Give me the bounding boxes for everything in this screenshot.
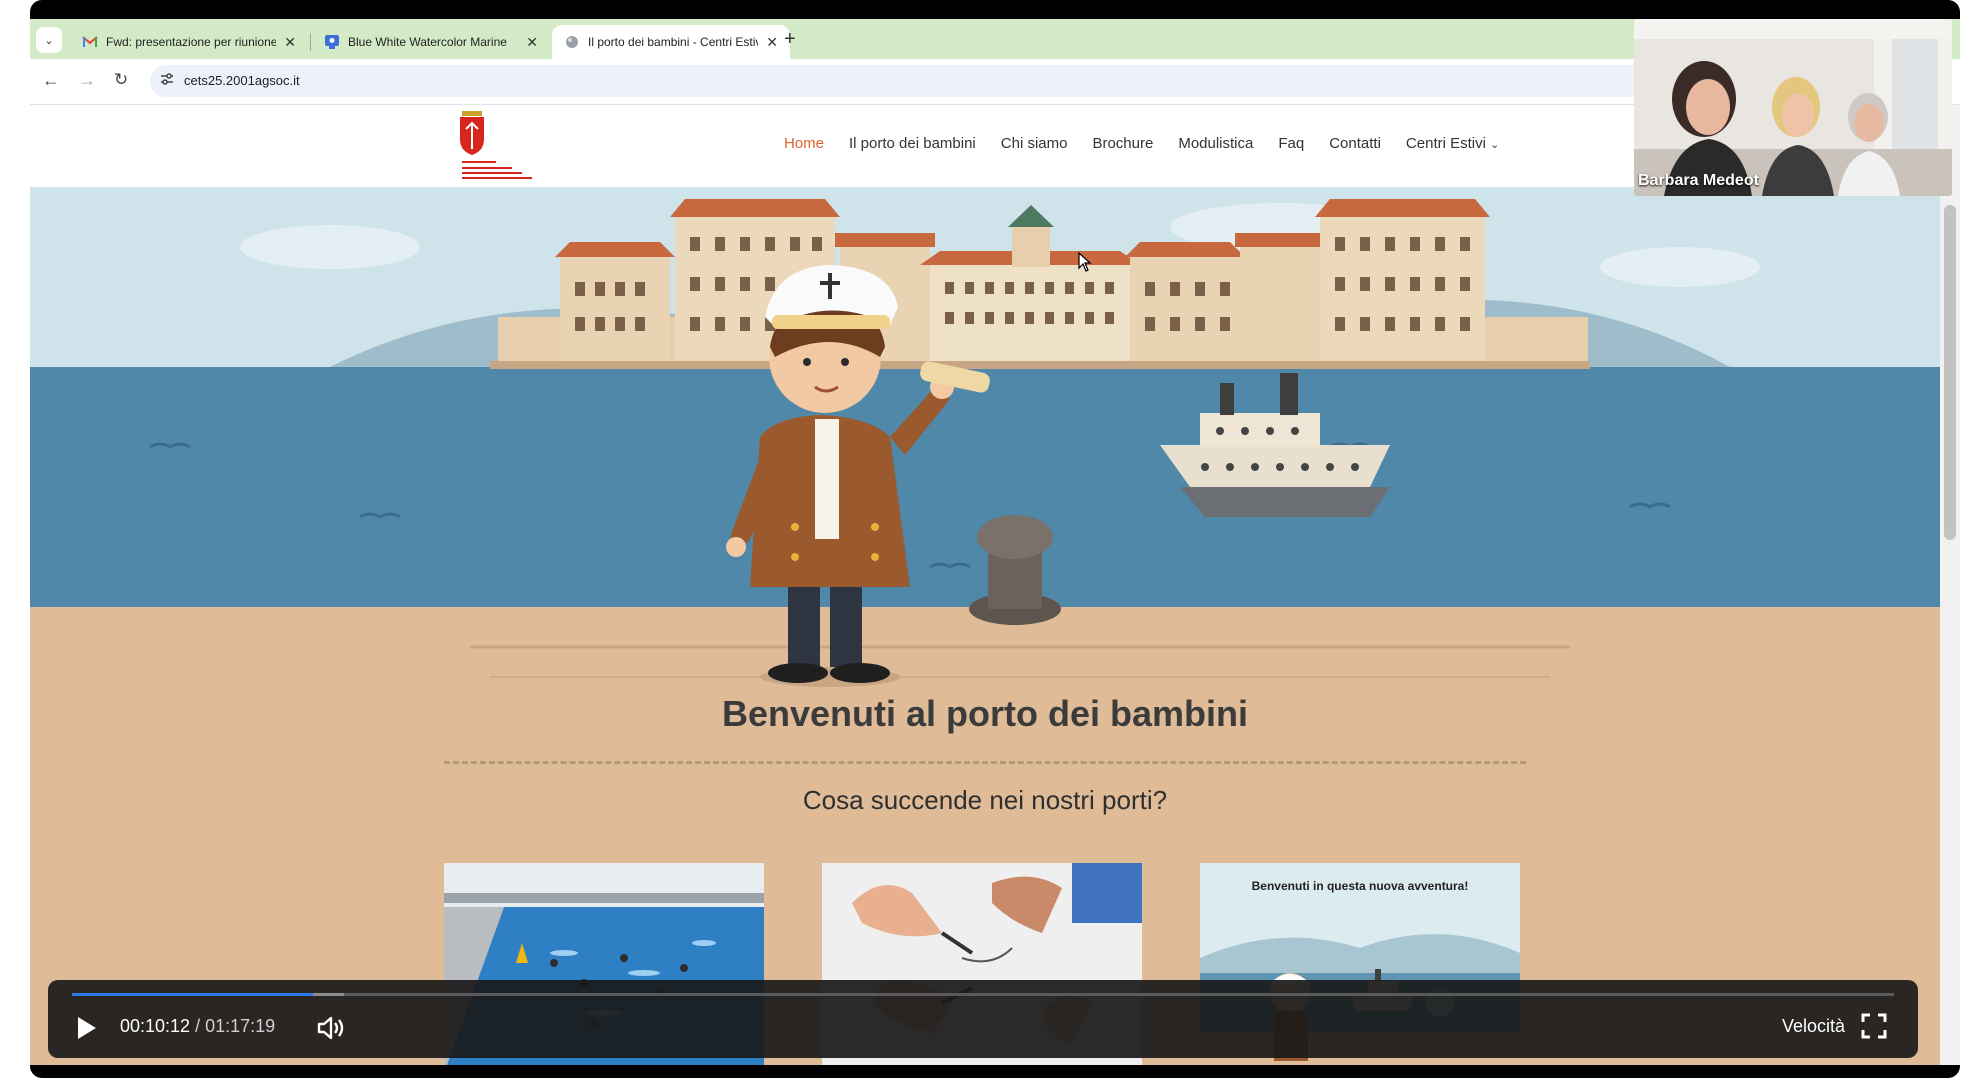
comune-logo[interactable] — [440, 109, 540, 185]
reload-icon[interactable]: ↻ — [114, 70, 128, 90]
time-separator: / — [195, 1016, 201, 1036]
tab-title: Il porto dei bambini - Centri Estivi — [588, 35, 759, 49]
nav-faq[interactable]: Faq — [1278, 135, 1304, 152]
new-tab-icon[interactable]: + — [784, 28, 796, 51]
nav-centri-estivi[interactable]: Centri Estivi ⌄ — [1406, 135, 1499, 152]
volume-icon[interactable] — [316, 1014, 346, 1042]
video-time: 00:10:12 / 01:17:19 — [120, 1016, 275, 1037]
tab-porto-bambini[interactable]: Il porto dei bambini - Centri Estivi ✕ — [552, 25, 790, 59]
chevron-down-icon: ⌄ — [1490, 139, 1500, 151]
welcome-heading: Benvenuti al porto dei bambini — [721, 693, 1249, 734]
hero-illustration — [30, 187, 1940, 687]
current-time: 00:10:12 — [120, 1016, 191, 1036]
nav-home[interactable]: Home — [784, 135, 824, 152]
video-seek-bar[interactable] — [72, 993, 1894, 996]
mouse-cursor-icon — [1078, 251, 1092, 277]
close-icon[interactable]: ✕ — [766, 34, 778, 51]
screen-frame: ⌄ Fwd: presentazione per riunione ✕ Blue… — [30, 0, 1960, 1078]
chevron-down-icon: ⌄ — [44, 34, 54, 47]
card-caption: Benvenuti in questa nuova avventura! — [1251, 879, 1469, 893]
video-control-bar: 00:10:12 / 01:17:19 Velocità — [48, 980, 1918, 1058]
nav-contatti[interactable]: Contatti — [1329, 135, 1381, 152]
speed-button[interactable]: Velocità — [1782, 1016, 1845, 1037]
close-icon[interactable]: ✕ — [526, 34, 538, 51]
tab-gmail[interactable]: Fwd: presentazione per riunione ✕ — [70, 25, 308, 59]
close-icon[interactable]: ✕ — [284, 34, 296, 51]
tab-canva[interactable]: Blue White Watercolor Marine ✕ — [312, 25, 550, 59]
fullscreen-icon[interactable] — [1860, 1012, 1888, 1040]
scrollbar-thumb[interactable] — [1944, 205, 1956, 540]
web-page: Home Il porto dei bambini Chi siamo Broc… — [30, 105, 1940, 1065]
nav-porto-bambini[interactable]: Il porto dei bambini — [849, 135, 976, 152]
canva-icon — [324, 34, 340, 50]
globe-icon — [564, 34, 580, 50]
nav-centri-estivi-label: Centri Estivi — [1405, 135, 1486, 152]
tab-divider — [310, 33, 311, 51]
tab-title: Fwd: presentazione per riunione — [106, 35, 277, 49]
back-arrow-icon[interactable]: ← — [42, 70, 60, 91]
section-subheading: Cosa succende nei nostri porti? — [802, 785, 1168, 815]
participant-webcam[interactable]: Barbara Medeot — [1634, 19, 1952, 196]
forward-arrow-icon[interactable]: → — [78, 70, 96, 91]
video-progress-bar — [72, 993, 313, 996]
site-settings-icon[interactable] — [160, 72, 174, 89]
nav-chi-siamo[interactable]: Chi siamo — [1001, 135, 1068, 152]
nav-brochure[interactable]: Brochure — [1092, 135, 1153, 152]
address-bar[interactable]: cets25.2001agsoc.it — [150, 65, 1670, 97]
participant-name: Barbara Medeot — [1638, 172, 1759, 189]
gmail-icon — [82, 34, 98, 50]
main-nav: Home Il porto dei bambini Chi siamo Broc… — [784, 135, 1524, 152]
page-scrollbar[interactable] — [1940, 105, 1960, 1065]
url-text: cets25.2001agsoc.it — [184, 73, 300, 88]
nav-modulistica[interactable]: Modulistica — [1178, 135, 1253, 152]
play-icon[interactable] — [72, 1014, 100, 1042]
dashed-divider — [444, 761, 1526, 764]
tab-search-button[interactable]: ⌄ — [36, 27, 62, 53]
total-time: 01:17:19 — [205, 1016, 276, 1036]
tab-title: Blue White Watercolor Marine — [348, 35, 507, 49]
